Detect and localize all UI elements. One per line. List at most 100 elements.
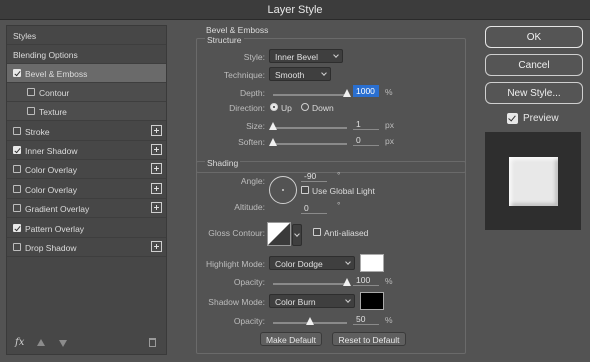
make-default-button[interactable]: Make Default — [260, 332, 322, 346]
altitude-unit: ° — [337, 200, 341, 210]
angle-wheel[interactable] — [269, 176, 297, 204]
gloss-contour-curve-icon — [268, 223, 290, 245]
style-label: Style: — [243, 52, 265, 62]
highlight-mode-label: Highlight Mode: — [205, 259, 265, 269]
highlight-opacity-input[interactable]: 100 — [353, 274, 379, 286]
sidebar-item-label: Texture — [39, 107, 67, 117]
move-down-icon[interactable] — [59, 340, 67, 347]
shadow-color-swatch[interactable] — [360, 292, 384, 310]
window-title: Layer Style — [267, 4, 323, 16]
styles-panel-footer: fx — [7, 332, 166, 354]
sidebar-item-label: Color Overlay — [25, 165, 77, 175]
add-gradient-overlay-plus-icon[interactable] — [151, 202, 162, 213]
highlight-opacity-slider-thumb[interactable] — [343, 278, 351, 286]
depth-slider-thumb[interactable] — [343, 89, 351, 97]
size-slider-thumb[interactable] — [269, 122, 277, 130]
sidebar-item-label: Bevel & Emboss — [25, 69, 88, 79]
gloss-contour-label: Gloss Contour: — [208, 228, 265, 238]
texture-checkbox[interactable] — [27, 107, 35, 115]
ok-button[interactable]: OK — [485, 26, 583, 48]
sidebar-item-label: Contour — [39, 88, 70, 98]
sidebar-item-label: Stroke — [25, 127, 50, 137]
depth-input[interactable]: 1000 — [353, 85, 379, 97]
new-style-button[interactable]: New Style... — [485, 82, 583, 104]
gradient-overlay-checkbox[interactable] — [13, 204, 21, 212]
highlight-opacity-label: Opacity: — [233, 277, 265, 287]
sidebar-item-pattern-overlay[interactable]: Pattern Overlay — [7, 219, 166, 238]
size-input[interactable]: 1 — [353, 118, 379, 130]
bevel-emboss-checkbox[interactable] — [13, 69, 21, 77]
anti-aliased-label: Anti-aliased — [324, 228, 369, 238]
stroke-checkbox[interactable] — [13, 127, 21, 135]
fx-icon[interactable]: fx — [15, 337, 24, 348]
inner-shadow-checkbox[interactable] — [13, 146, 21, 154]
direction-down-label: Down — [312, 103, 334, 113]
shading-title: Shading — [205, 158, 241, 168]
add-stroke-plus-icon[interactable] — [151, 125, 162, 136]
sidebar-item-color-overlay[interactable]: Color Overlay — [7, 160, 166, 179]
soften-input[interactable]: 0 — [353, 134, 379, 146]
trash-icon[interactable] — [149, 338, 156, 347]
add-color-overlay-2-plus-icon[interactable] — [151, 183, 162, 194]
cancel-button[interactable]: Cancel — [485, 54, 583, 76]
styles-header-label: Styles — [13, 31, 37, 41]
sidebar-item-label: Drop Shadow — [25, 243, 77, 253]
direction-label: Direction: — [229, 103, 265, 113]
sidebar-item-gradient-overlay[interactable]: Gradient Overlay — [7, 199, 166, 218]
style-dropdown[interactable]: Inner Bevel — [269, 49, 343, 63]
sidebar-item-label: Gradient Overlay — [25, 204, 90, 214]
soften-slider[interactable] — [269, 138, 347, 146]
technique-label: Technique: — [223, 70, 265, 80]
gloss-contour-preview[interactable] — [267, 222, 291, 246]
sidebar-item-stroke[interactable]: Stroke — [7, 122, 166, 141]
angle-input[interactable]: -90 — [301, 170, 327, 182]
sidebar-item-texture[interactable]: Texture — [7, 102, 166, 121]
sidebar-item-drop-shadow[interactable]: Drop Shadow — [7, 238, 166, 257]
highlight-opacity-unit: % — [385, 276, 393, 286]
shadow-mode-dropdown[interactable]: Color Burn — [269, 294, 355, 308]
drop-shadow-checkbox[interactable] — [13, 243, 21, 251]
pattern-overlay-checkbox[interactable] — [13, 224, 21, 232]
shadow-opacity-slider-thumb[interactable] — [306, 317, 314, 325]
color-overlay-checkbox[interactable] — [13, 165, 21, 173]
altitude-input[interactable]: 0 — [301, 202, 327, 214]
add-inner-shadow-plus-icon[interactable] — [151, 144, 162, 155]
shadow-opacity-slider[interactable] — [273, 317, 347, 325]
sidebar-item-label: Pattern Overlay — [25, 224, 85, 234]
color-overlay-2-checkbox[interactable] — [13, 185, 21, 193]
add-color-overlay-plus-icon[interactable] — [151, 163, 162, 174]
technique-dropdown[interactable]: Smooth — [269, 67, 331, 81]
highlight-color-swatch[interactable] — [360, 254, 384, 272]
direction-down-radio[interactable] — [301, 103, 309, 111]
sidebar-item-contour[interactable]: Contour — [7, 83, 166, 102]
shadow-opacity-input[interactable]: 50 — [353, 313, 379, 325]
sidebar-item-color-overlay-2[interactable]: Color Overlay — [7, 180, 166, 199]
add-drop-shadow-plus-icon[interactable] — [151, 241, 162, 252]
soften-slider-thumb[interactable] — [269, 138, 277, 146]
contour-checkbox[interactable] — [27, 88, 35, 96]
move-up-icon[interactable] — [37, 339, 45, 346]
soften-unit: px — [385, 136, 394, 146]
gloss-contour-dropdown[interactable] — [292, 224, 302, 246]
depth-unit: % — [385, 87, 393, 97]
preview-swatch — [509, 157, 558, 206]
size-slider[interactable] — [269, 122, 347, 130]
sidebar-item-label: Color Overlay — [25, 185, 77, 195]
technique-dropdown-value: Smooth — [275, 70, 305, 80]
use-global-light-checkbox[interactable] — [301, 186, 309, 194]
direction-up-radio[interactable] — [270, 103, 278, 111]
soften-label: Soften: — [238, 137, 265, 147]
anti-aliased-checkbox[interactable] — [313, 228, 321, 236]
reset-to-default-button[interactable]: Reset to Default — [332, 332, 406, 346]
depth-slider[interactable] — [273, 89, 351, 97]
style-dropdown-value: Inner Bevel — [275, 52, 318, 62]
preview-checkbox[interactable] — [507, 113, 518, 124]
highlight-opacity-slider[interactable] — [273, 278, 351, 286]
shading-group: Shading Angle: -90 ° Use Global Light Al… — [196, 158, 466, 354]
styles-header[interactable]: Styles — [7, 26, 166, 45]
sidebar-item-inner-shadow[interactable]: Inner Shadow — [7, 141, 166, 160]
highlight-mode-dropdown[interactable]: Color Dodge — [269, 256, 355, 270]
sidebar-item-bevel-emboss[interactable]: Bevel & Emboss — [7, 64, 166, 83]
bevel-emboss-settings: Bevel & Emboss Structure Style: Inner Be… — [196, 25, 474, 355]
sidebar-item-blending-options[interactable]: Blending Options — [7, 45, 166, 64]
